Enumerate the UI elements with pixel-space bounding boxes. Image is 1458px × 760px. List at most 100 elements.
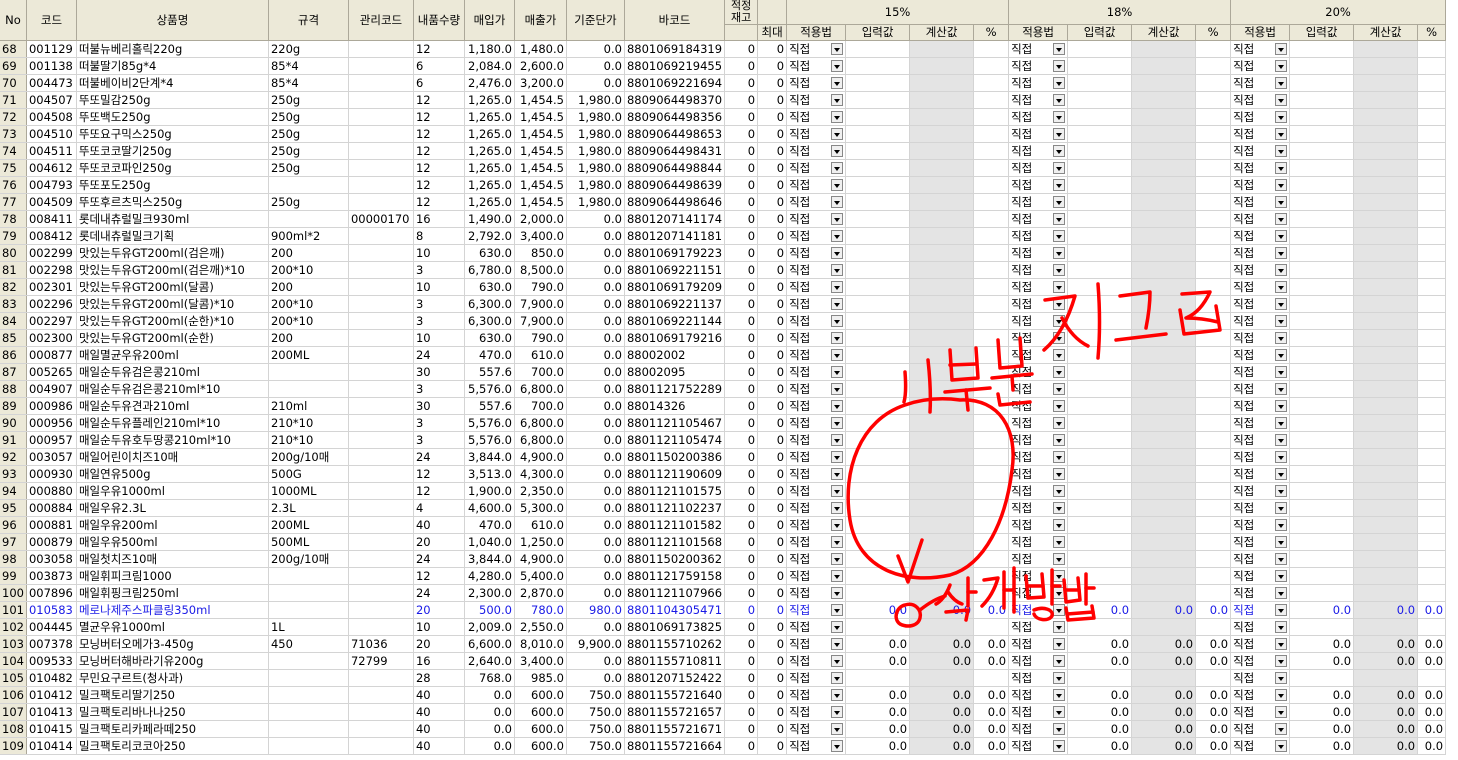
- barcode-cell[interactable]: 8801121101582: [624, 516, 726, 534]
- code-cell[interactable]: 010583: [26, 601, 77, 619]
- product-name-cell[interactable]: 뚜또포도250g: [76, 176, 269, 194]
- chevron-down-icon[interactable]: [831, 621, 844, 633]
- chevron-down-icon[interactable]: [1053, 570, 1066, 582]
- table-row[interactable]: 80 002299 맛있는두유GT200ml(검은깨) 200 10 630.0 850.0…: [0, 244, 1447, 262]
- max-cell[interactable]: 0: [757, 618, 788, 636]
- barcode-cell[interactable]: 8801069219455: [624, 57, 726, 75]
- chevron-down-icon[interactable]: [1275, 553, 1288, 565]
- product-name-cell[interactable]: 맛있는두유GT200ml(검은깨)*10: [76, 261, 269, 279]
- code-cell[interactable]: 003058: [26, 550, 77, 568]
- inner-qty-cell[interactable]: 12: [413, 193, 465, 211]
- code-cell[interactable]: 004507: [26, 91, 77, 109]
- table-row[interactable]: 103 007378 모닝버터오메가3-450g 450 71036 20 6,600.0 8…: [0, 635, 1447, 653]
- inner-qty-cell[interactable]: 30: [413, 363, 465, 381]
- buy-price-cell[interactable]: 768.0: [464, 669, 515, 687]
- code-cell[interactable]: 000956: [26, 414, 77, 432]
- method-select[interactable]: 직접: [1230, 176, 1291, 194]
- input-value-cell[interactable]: [1289, 465, 1355, 483]
- input-value-cell[interactable]: [1067, 533, 1133, 551]
- input-value-cell[interactable]: 0.0: [845, 601, 911, 619]
- inner-qty-cell[interactable]: 20: [413, 533, 465, 551]
- product-name-cell[interactable]: 매일어린이치즈10매: [76, 448, 269, 466]
- chevron-down-icon[interactable]: [831, 723, 844, 735]
- base-price-cell[interactable]: 0.0: [566, 329, 625, 347]
- stock-cell[interactable]: 0: [724, 601, 759, 619]
- buy-price-cell[interactable]: 2,792.0: [464, 227, 515, 245]
- method-select[interactable]: 직접: [1008, 703, 1069, 721]
- chevron-down-icon[interactable]: [1275, 213, 1288, 225]
- method-select[interactable]: 직접: [786, 312, 847, 330]
- method-select[interactable]: 직접: [786, 57, 847, 75]
- stock-cell[interactable]: 0: [724, 74, 759, 92]
- table-row[interactable]: 107 010413 밀크팩토리바나나250 40 0.0 600.0 750.0 88011…: [0, 703, 1447, 721]
- input-value-cell[interactable]: [1289, 329, 1355, 347]
- base-price-cell[interactable]: 750.0: [566, 686, 625, 704]
- stock-cell[interactable]: 0: [724, 482, 759, 500]
- chevron-down-icon[interactable]: [1053, 672, 1066, 684]
- header-calc-15[interactable]: 계산값: [909, 24, 975, 41]
- chevron-down-icon[interactable]: [831, 162, 844, 174]
- code-cell[interactable]: 010412: [26, 686, 77, 704]
- product-name-cell[interactable]: 떠불딸기85g*4: [76, 57, 269, 75]
- input-value-cell[interactable]: [845, 465, 911, 483]
- method-select[interactable]: 직접: [1230, 295, 1291, 313]
- method-select[interactable]: 직접: [1230, 448, 1291, 466]
- mgmt-code-cell[interactable]: [348, 159, 414, 177]
- barcode-cell[interactable]: 8801155721657: [624, 703, 726, 721]
- max-cell[interactable]: 0: [757, 686, 788, 704]
- buy-price-cell[interactable]: 1,265.0: [464, 125, 515, 143]
- table-row[interactable]: 90 000956 매일순두유플레인210ml*10 210*10 3 5,576.0 6,…: [0, 414, 1447, 432]
- mgmt-code-cell[interactable]: [348, 108, 414, 126]
- base-price-cell[interactable]: 0.0: [566, 499, 625, 517]
- sell-price-cell[interactable]: 3,200.0: [514, 74, 567, 92]
- stock-cell[interactable]: 0: [724, 312, 759, 330]
- table-row[interactable]: 76 004793 뚜또포도250g 12 1,265.0 1,454.5 1,980.0 8…: [0, 176, 1447, 194]
- table-row[interactable]: 95 000884 매일우유2.3L 2.3L 4 4,600.0 5,300.0 0.0 88…: [0, 499, 1447, 517]
- header-spec[interactable]: 규격: [268, 0, 349, 41]
- max-cell[interactable]: 0: [757, 159, 788, 177]
- mgmt-code-cell[interactable]: [348, 567, 414, 585]
- table-row[interactable]: 96 000881 매일우유200ml 200ML 40 470.0 610.0 0.0 880…: [0, 516, 1447, 534]
- header-input-18[interactable]: 입력값: [1067, 24, 1133, 41]
- chevron-down-icon[interactable]: [1053, 281, 1066, 293]
- input-value-cell[interactable]: [1067, 312, 1133, 330]
- input-value-cell[interactable]: [1067, 550, 1133, 568]
- input-value-cell[interactable]: [1067, 40, 1133, 58]
- max-cell[interactable]: 0: [757, 465, 788, 483]
- chevron-down-icon[interactable]: [1053, 230, 1066, 242]
- chevron-down-icon[interactable]: [1275, 451, 1288, 463]
- buy-price-cell[interactable]: 0.0: [464, 737, 515, 755]
- barcode-cell[interactable]: 8809064498653: [624, 125, 726, 143]
- chevron-down-icon[interactable]: [1275, 196, 1288, 208]
- inner-qty-cell[interactable]: 40: [413, 720, 465, 738]
- input-value-cell[interactable]: [845, 40, 911, 58]
- method-select[interactable]: 직접: [1008, 261, 1069, 279]
- input-value-cell[interactable]: [845, 567, 911, 585]
- chevron-down-icon[interactable]: [1275, 621, 1288, 633]
- table-row[interactable]: 73 004510 뚜또요구믹스250g 250g 12 1,265.0 1,454.5 1,…: [0, 125, 1447, 143]
- spec-cell[interactable]: 200: [268, 244, 349, 262]
- max-cell[interactable]: 0: [757, 278, 788, 296]
- code-cell[interactable]: 004510: [26, 125, 77, 143]
- spec-cell[interactable]: 200g/10매: [268, 550, 349, 568]
- input-value-cell[interactable]: [845, 125, 911, 143]
- table-row[interactable]: 91 000957 매일순두유호두땅콩210ml*10 210*10 3 5,576.0 6…: [0, 431, 1447, 449]
- inner-qty-cell[interactable]: 12: [413, 465, 465, 483]
- max-cell[interactable]: 0: [757, 346, 788, 364]
- method-select[interactable]: 직접: [1008, 193, 1069, 211]
- max-cell[interactable]: 0: [757, 261, 788, 279]
- input-value-cell[interactable]: 0.0: [1289, 635, 1355, 653]
- method-select[interactable]: 직접: [1008, 414, 1069, 432]
- mgmt-code-cell[interactable]: [348, 74, 414, 92]
- input-value-cell[interactable]: [845, 499, 911, 517]
- chevron-down-icon[interactable]: [831, 502, 844, 514]
- spec-cell[interactable]: [268, 686, 349, 704]
- chevron-down-icon[interactable]: [1053, 655, 1066, 667]
- inner-qty-cell[interactable]: 20: [413, 601, 465, 619]
- inner-qty-cell[interactable]: 24: [413, 346, 465, 364]
- input-value-cell[interactable]: [1289, 244, 1355, 262]
- spec-cell[interactable]: 210ml: [268, 397, 349, 415]
- method-select[interactable]: 직접: [1230, 227, 1291, 245]
- chevron-down-icon[interactable]: [831, 128, 844, 140]
- barcode-cell[interactable]: 8809064498844: [624, 159, 726, 177]
